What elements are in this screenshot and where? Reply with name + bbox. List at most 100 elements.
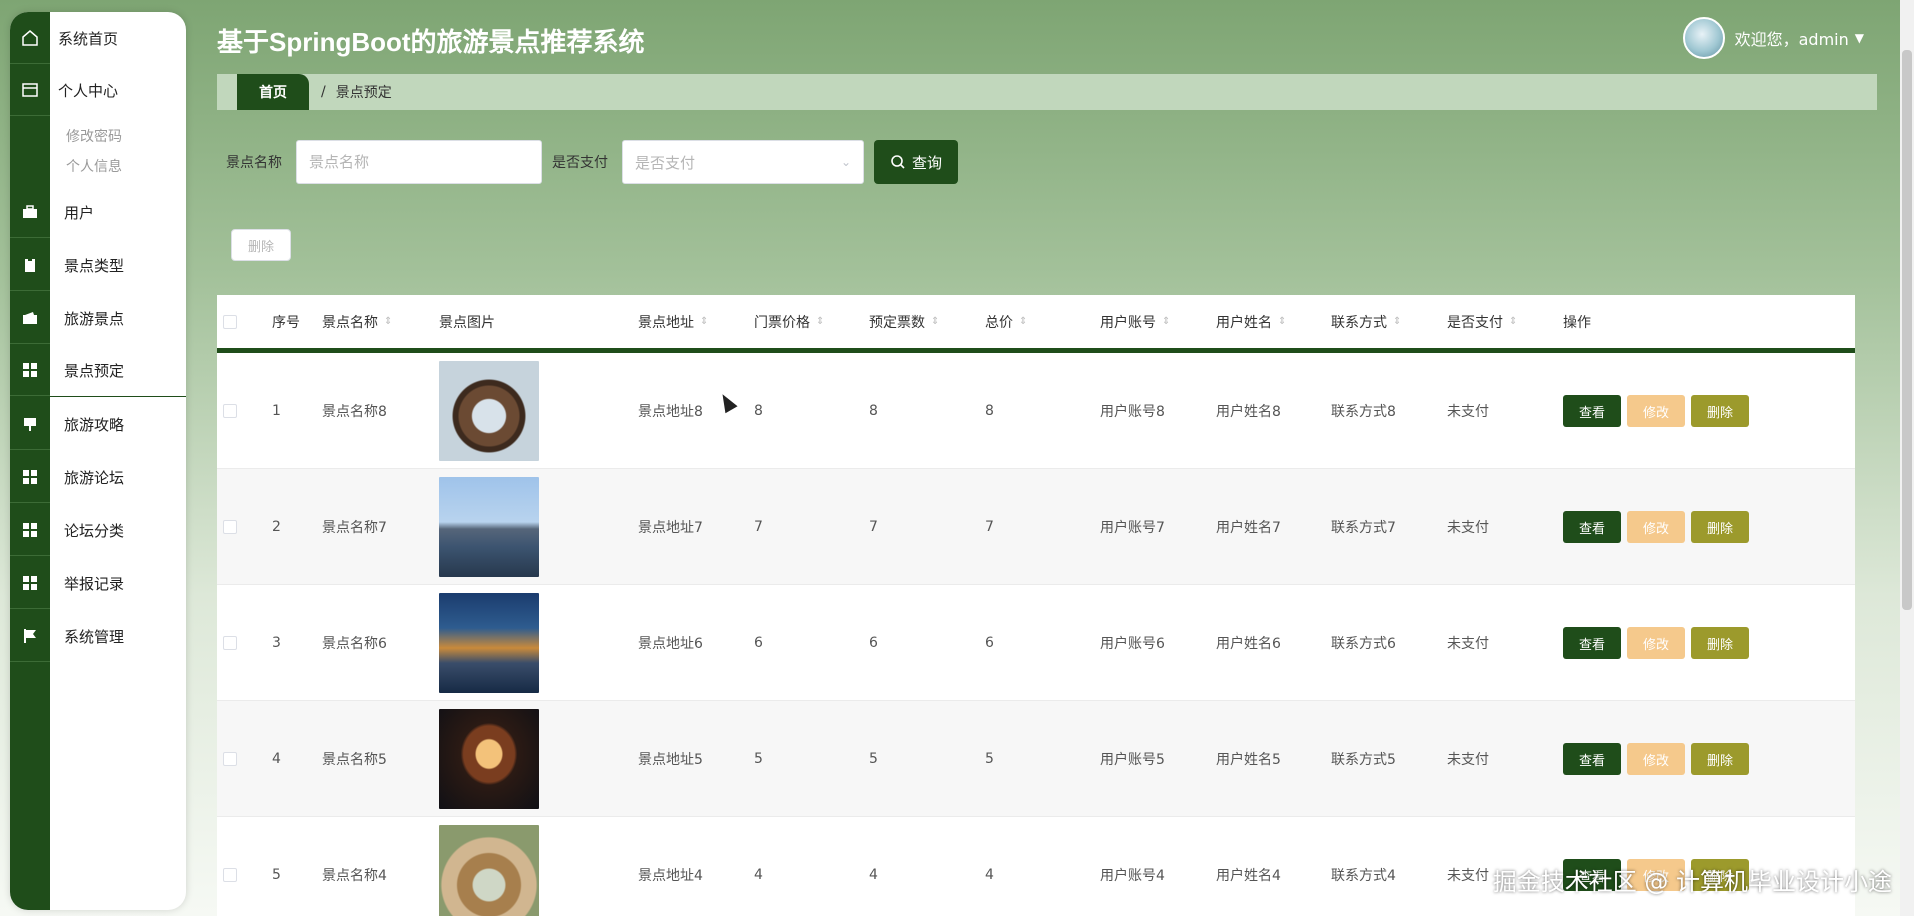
sidebar-sub-change-password[interactable]: 修改密码	[66, 126, 122, 146]
breadcrumb-home[interactable]: 首页	[237, 74, 309, 110]
cell-account: 用户账号4	[1100, 868, 1165, 884]
header-paid[interactable]: 是否支付 ⇕	[1447, 312, 1517, 332]
sort-icon: ⇕	[931, 315, 940, 327]
header-name[interactable]: 景点名称 ⇕	[322, 312, 392, 332]
cell-account: 用户账号6	[1100, 636, 1165, 652]
cell-paid: 未支付	[1447, 636, 1489, 652]
cell-price: 6	[754, 635, 763, 651]
window-icon	[10, 64, 50, 116]
select-all-checkbox[interactable]	[223, 314, 237, 329]
sidebar-item-profile[interactable]: 个人中心	[10, 64, 186, 116]
edit-button[interactable]: 修改	[1627, 743, 1685, 775]
header-account[interactable]: 用户账号 ⇕	[1100, 312, 1170, 332]
sidebar-item-label: 举报记录	[64, 574, 125, 593]
search-name-input[interactable]	[296, 140, 542, 184]
user-menu[interactable]: 欢迎您，admin ▼	[1682, 17, 1864, 59]
cell-image	[439, 469, 539, 585]
sidebar-item-forum-category[interactable]: 论坛分类	[10, 504, 186, 556]
flag-icon	[10, 610, 50, 662]
booking-table: 序号 景点名称 ⇕ 景点图片 景点地址 ⇕ 门票价格 ⇕ 预定票数 ⇕ 总价 ⇕ 用户账号…	[217, 295, 1855, 916]
spot-image[interactable]	[439, 361, 539, 461]
cell-name: 景点名称8	[322, 404, 387, 420]
cell-no: 5	[272, 867, 281, 883]
cell-contact: 联系方式7	[1331, 520, 1396, 536]
view-button[interactable]: 查看	[1563, 511, 1621, 543]
cell-total: 5	[985, 751, 994, 767]
table-header: 序号 景点名称 ⇕ 景点图片 景点地址 ⇕ 门票价格 ⇕ 预定票数 ⇕ 总价 ⇕ 用户账号…	[217, 295, 1855, 353]
cell-actions: 查看 修改 删除	[1563, 469, 1749, 585]
sidebar-item-home[interactable]: 系统首页	[10, 12, 186, 64]
sort-icon: ⇕	[816, 315, 825, 327]
cell-paid: 未支付	[1447, 520, 1489, 536]
grid-icon	[10, 504, 50, 556]
edit-button[interactable]: 修改	[1627, 395, 1685, 427]
watermark: 掘金技术社区 @ 计算机毕业设计小途	[1492, 868, 1892, 896]
row-checkbox[interactable]	[223, 701, 237, 817]
cell-actions: 查看 修改 删除	[1563, 701, 1749, 817]
grid-icon	[10, 345, 50, 396]
cell-username: 用户姓名5	[1216, 752, 1281, 768]
sidebar-item-guides[interactable]: 旅游攻略	[10, 398, 186, 450]
row-checkbox[interactable]	[223, 353, 237, 469]
spot-image[interactable]	[439, 709, 539, 809]
row-checkbox[interactable]	[223, 469, 237, 585]
delete-button[interactable]: 删除	[1691, 511, 1749, 543]
cell-actions: 查看 修改 删除	[1563, 353, 1749, 469]
table-row: 4 景点名称5 景点地址5 5 5 5 用户账号5 用户姓名5 联系方式5 未支…	[217, 701, 1855, 817]
sidebar-item-attractions[interactable]: 旅游景点	[10, 292, 186, 344]
sidebar-item-label: 景点预定	[64, 362, 125, 380]
header-actions: 操作	[1563, 314, 1591, 331]
avatar[interactable]	[1682, 17, 1725, 59]
view-button[interactable]: 查看	[1563, 743, 1621, 775]
header-image: 景点图片	[439, 314, 495, 331]
view-button[interactable]: 查看	[1563, 627, 1621, 659]
cell-total: 7	[985, 519, 994, 535]
sidebar-sub-personal-info[interactable]: 个人信息	[66, 156, 122, 176]
header-tickets[interactable]: 预定票数 ⇕	[869, 312, 939, 332]
app-title: 基于SpringBoot的旅游景点推荐系统	[217, 27, 645, 57]
sort-icon: ⇕	[1278, 315, 1287, 327]
sidebar-item-users[interactable]: 用户	[10, 186, 186, 238]
header-price[interactable]: 门票价格 ⇕	[754, 312, 824, 332]
sidebar-item-forum[interactable]: 旅游论坛	[10, 451, 186, 503]
breadcrumb-current: 景点预定	[335, 85, 392, 101]
batch-delete-button[interactable]: 删除	[231, 229, 291, 261]
row-checkbox[interactable]	[223, 817, 237, 916]
cell-name: 景点名称6	[322, 636, 387, 652]
sidebar-item-reports[interactable]: 举报记录	[10, 557, 186, 609]
sidebar-item-spot-type[interactable]: 景点类型	[10, 239, 186, 291]
header-contact[interactable]: 联系方式 ⇕	[1331, 312, 1401, 332]
delete-button[interactable]: 删除	[1691, 743, 1749, 775]
sidebar-item-booking[interactable]: 景点预定	[10, 345, 186, 397]
spot-image[interactable]	[439, 825, 539, 916]
edit-button[interactable]: 修改	[1627, 511, 1685, 543]
paid-select[interactable]: 是否支付 ⌄	[622, 140, 864, 184]
page-scrollbar[interactable]	[1900, 0, 1914, 916]
spot-image[interactable]	[439, 477, 539, 577]
header-address[interactable]: 景点地址 ⇕	[638, 312, 708, 332]
sidebar-item-system[interactable]: 系统管理	[10, 610, 186, 662]
breadcrumb: 首页 / 景点预定	[217, 74, 1877, 110]
sort-icon: ⇕	[1019, 315, 1028, 327]
spot-image[interactable]	[439, 593, 539, 693]
cell-no: 4	[272, 751, 281, 767]
scrollbar-thumb[interactable]	[1902, 50, 1912, 610]
home-icon	[10, 12, 50, 64]
header-total[interactable]: 总价 ⇕	[985, 312, 1027, 332]
query-button[interactable]: 查询	[874, 140, 959, 184]
delete-button[interactable]: 删除	[1691, 395, 1749, 427]
view-button[interactable]: 查看	[1563, 395, 1621, 427]
header-username[interactable]: 用户姓名 ⇕	[1216, 312, 1286, 332]
cell-contact: 联系方式6	[1331, 636, 1396, 652]
sort-icon: ⇕	[1509, 315, 1518, 327]
edit-button[interactable]: 修改	[1627, 627, 1685, 659]
row-checkbox[interactable]	[223, 585, 237, 701]
cell-no: 3	[272, 635, 281, 651]
cell-image	[439, 353, 539, 469]
cell-contact: 联系方式4	[1331, 868, 1396, 884]
cell-username: 用户姓名4	[1216, 868, 1281, 884]
caret-down-icon[interactable]: ▼	[1855, 31, 1864, 45]
sort-icon: ⇕	[384, 315, 393, 327]
delete-button[interactable]: 删除	[1691, 627, 1749, 659]
cell-price: 5	[754, 751, 763, 767]
